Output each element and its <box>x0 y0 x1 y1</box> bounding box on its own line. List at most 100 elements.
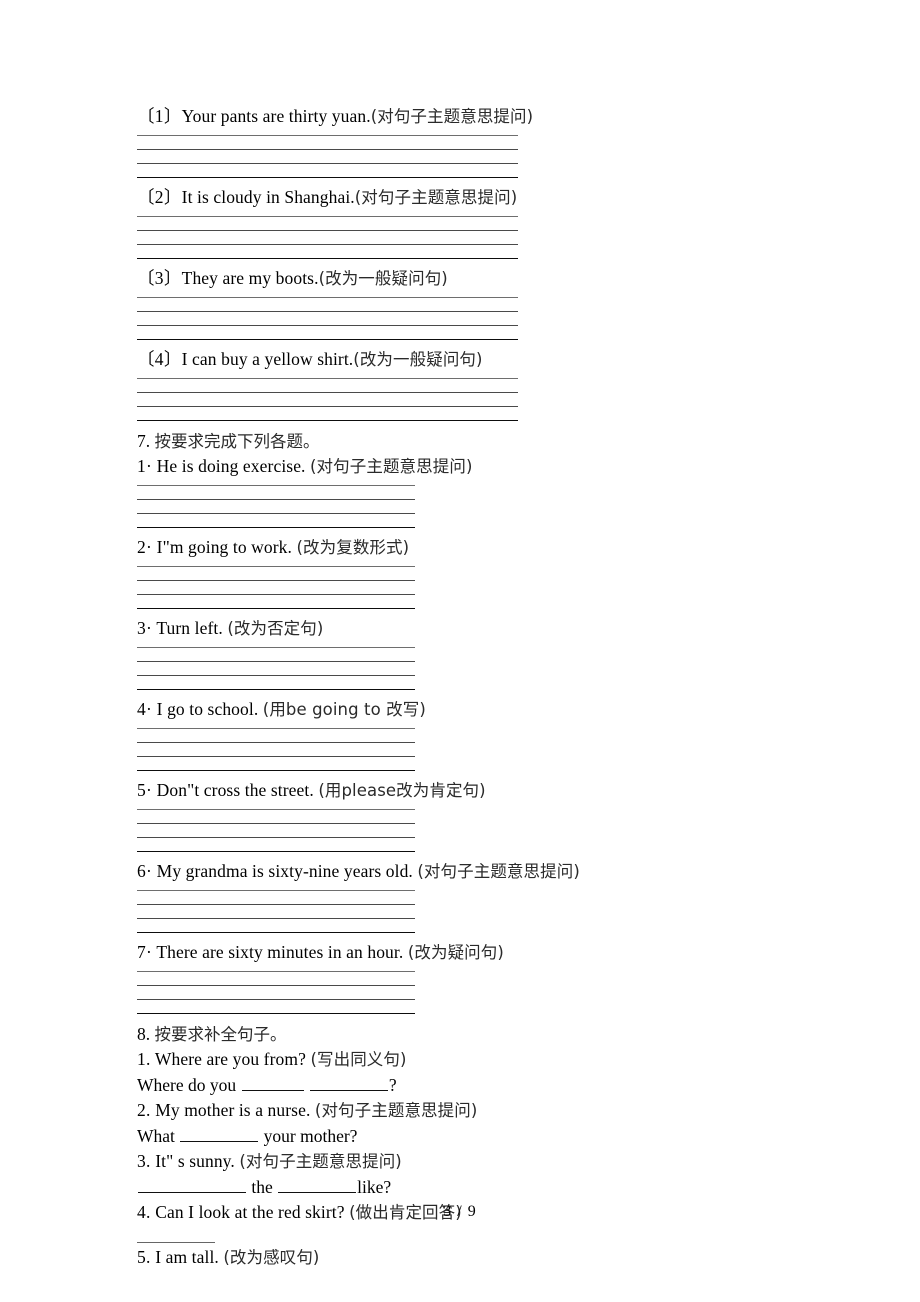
answer-rule <box>137 608 415 609</box>
answer-blank[interactable] <box>241 1075 304 1091</box>
answer-lines[interactable] <box>137 566 837 609</box>
question-item: 3. It" s sunny. (对句子主题意思提问) <box>137 1149 837 1174</box>
question-instruction: (对句子主题意思提问) <box>370 107 534 126</box>
question-instruction: (对句子主题意思提问) <box>354 188 518 207</box>
answer-suffix: your mother? <box>263 1126 358 1146</box>
section-8-number: 8. <box>137 1024 151 1044</box>
question-number: 2· <box>137 537 153 557</box>
answer-fill-row[interactable]: the like? <box>137 1174 837 1200</box>
question-item: 〔4〕I can buy a yellow shirt.(改为一般疑问句) <box>137 347 837 372</box>
section-7-heading: 7. 按要求完成下列各题。 <box>137 429 837 454</box>
question-english: I"m going to work. <box>156 537 292 557</box>
question-instruction: (对句子主题意思提问) <box>239 1152 402 1171</box>
question-english: Don"t cross the street. <box>156 780 314 800</box>
answer-fill-row[interactable]: What your mother? <box>137 1123 837 1149</box>
page-content: 〔1〕Your pants are thirty yuan.(对句子主题意思提问… <box>137 104 837 1270</box>
answer-rule <box>137 406 518 407</box>
question-item: 〔3〕They are my boots.(改为一般疑问句) <box>137 266 837 291</box>
section-7-items: 1· He is doing exercise. (对句子主题意思提问) 2· … <box>137 454 837 1014</box>
answer-blank[interactable] <box>180 1126 259 1142</box>
answer-lines[interactable] <box>137 647 837 690</box>
question-english: Turn left. <box>156 618 223 638</box>
section-8-title: 按要求补全句子。 <box>154 1025 287 1044</box>
question-item: 1. Where are you from? (写出同义句) <box>137 1047 837 1072</box>
answer-lines[interactable] <box>137 216 837 259</box>
question-instruction: (用please改为肯定句) <box>318 781 486 800</box>
answer-lines[interactable] <box>137 297 837 340</box>
question-instruction: (改为一般疑问句) <box>318 269 448 288</box>
answer-lines[interactable] <box>137 378 837 421</box>
question-instruction: (改为复数形式) <box>296 538 410 557</box>
question-number: 〔4〕 <box>137 349 182 369</box>
answer-rule <box>137 244 518 245</box>
question-number: 〔2〕 <box>137 187 182 207</box>
answer-rule <box>137 999 415 1000</box>
answer-suffix: ? <box>388 1075 397 1095</box>
question-item: 3· Turn left. (改为否定句) <box>137 616 837 641</box>
question-number: 5. <box>137 1247 151 1267</box>
answer-rule <box>137 1013 415 1014</box>
answer-blank[interactable] <box>138 1177 246 1193</box>
question-english: They are my boots. <box>181 268 319 288</box>
answer-fill-row[interactable]: Where do you ? <box>137 1072 837 1098</box>
answer-lines[interactable] <box>137 809 837 852</box>
answer-rule <box>137 325 518 326</box>
question-english: It" s sunny. <box>155 1151 235 1171</box>
question-english: My grandma is sixty-nine years old. <box>156 861 413 881</box>
question-number: 1· <box>137 456 153 476</box>
answer-rule <box>137 177 518 178</box>
answer-rule <box>137 971 415 972</box>
question-english: I am tall. <box>155 1247 219 1267</box>
answer-rule <box>137 499 415 500</box>
question-english: My mother is a nurse. <box>155 1100 311 1120</box>
question-instruction: (对句子主题意思提问) <box>310 457 473 476</box>
answer-rule <box>137 566 415 567</box>
question-english: There are sixty minutes in an hour. <box>156 942 404 962</box>
answer-blank[interactable] <box>309 1075 388 1091</box>
answer-rule <box>137 904 415 905</box>
question-english: I can buy a yellow shirt. <box>181 349 354 369</box>
question-english: He is doing exercise. <box>156 456 306 476</box>
question-item: 5. I am tall. (改为感叹句) <box>137 1245 837 1270</box>
answer-rule <box>137 297 518 298</box>
question-instruction: (改为感叹句) <box>223 1248 320 1267</box>
answer-rule <box>137 230 518 231</box>
answer-mid: the <box>251 1177 273 1197</box>
question-number: 3· <box>137 618 153 638</box>
answer-suffix: like? <box>357 1177 392 1197</box>
section-8-heading: 8. 按要求补全句子。 <box>137 1022 837 1047</box>
answer-rule <box>137 339 518 340</box>
question-instruction: (对句子主题意思提问) <box>417 862 580 881</box>
question-english: Where are you from? <box>154 1049 306 1069</box>
answer-lines[interactable] <box>137 485 837 528</box>
section-8-items: 1. Where are you from? (写出同义句) Where do … <box>137 1047 837 1270</box>
answer-lines[interactable] <box>137 135 837 178</box>
question-number: 〔1〕 <box>137 106 182 126</box>
answer-rule <box>137 985 415 986</box>
question-number: 2. <box>137 1100 151 1120</box>
answer-rule <box>137 823 415 824</box>
answer-lines[interactable] <box>137 971 837 1014</box>
answer-rule <box>137 163 518 164</box>
answer-blank[interactable] <box>278 1177 357 1193</box>
question-number: 6· <box>137 861 153 881</box>
answer-lines[interactable] <box>137 728 837 771</box>
section-6-items: 〔1〕Your pants are thirty yuan.(对句子主题意思提问… <box>137 104 837 421</box>
question-instruction: (写出同义句) <box>310 1050 407 1069</box>
answer-rule <box>137 135 518 136</box>
question-english: It is cloudy in Shanghai. <box>181 187 355 207</box>
answer-rule <box>137 216 518 217</box>
answer-rule <box>137 661 415 662</box>
question-item: 〔1〕Your pants are thirty yuan.(对句子主题意思提问… <box>137 104 837 129</box>
question-english: Your pants are thirty yuan. <box>181 106 371 126</box>
answer-lines[interactable] <box>137 890 837 933</box>
answer-prefix: What <box>137 1126 175 1146</box>
answer-rule <box>137 258 518 259</box>
question-item: 2· I"m going to work. (改为复数形式) <box>137 535 837 560</box>
answer-rule[interactable] <box>137 1242 215 1243</box>
section-7-title: 按要求完成下列各题。 <box>154 432 320 451</box>
question-english: I go to school. <box>156 699 259 719</box>
answer-rule <box>137 742 415 743</box>
answer-rule <box>137 932 415 933</box>
section-7-number: 7. <box>137 431 151 451</box>
